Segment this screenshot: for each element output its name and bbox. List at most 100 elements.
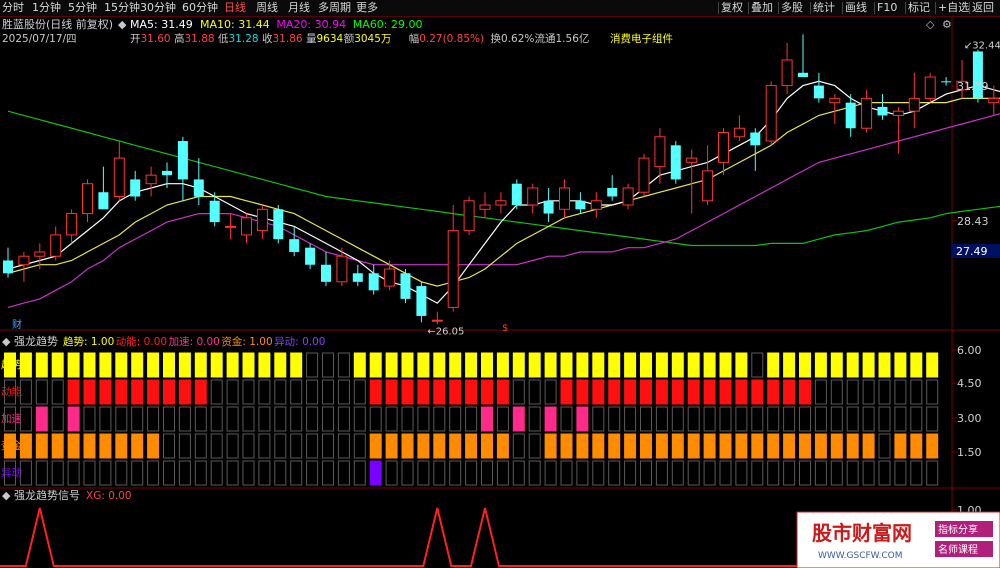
indicator-cell-on (163, 379, 175, 405)
stock-title: 胜蓝股份(日线 前复权) (2, 17, 113, 31)
quote-field: 31.86 (273, 33, 303, 45)
candle-body-up (924, 76, 936, 99)
indicator-value: 异动: 0.00 (274, 336, 325, 348)
indicator-cell-on (512, 352, 525, 378)
price-tick-label: 28.43 (957, 215, 989, 228)
indicator-cell-on (385, 352, 398, 378)
candle-body-down (798, 72, 808, 78)
indicator-cell-on (258, 352, 271, 378)
indicator-cell-off (226, 406, 239, 432)
kline-chart: 胜蓝股份(日线 前复权) ◆ MA5: 31.49 MA10: 31.44 MA20: … (0, 17, 1000, 568)
indicator-cell-off (512, 379, 525, 405)
indicator-cell-on (751, 433, 764, 459)
indicator-cell-off (163, 460, 175, 486)
indicator-cell-off (274, 406, 287, 432)
indicator-cell-on (703, 352, 716, 378)
indicator-cell-on (401, 352, 414, 378)
candle-body-down (273, 209, 284, 240)
indicator-cell-off (322, 460, 334, 486)
indicator-cell-off (433, 460, 446, 486)
indicator-cell-off (290, 379, 303, 405)
indicator-cell-off (322, 352, 334, 378)
indicator-cell-on (496, 379, 509, 405)
indicator-cell-off (67, 460, 80, 486)
candle-body-down (416, 286, 427, 316)
indicator-cell-on (703, 433, 716, 459)
indicator-cell-off (258, 406, 271, 432)
indicator-cell-off (210, 406, 223, 432)
candle-body-up (861, 97, 873, 129)
indicator-cell-off (337, 460, 350, 486)
indicator-cell-on (910, 352, 923, 378)
indicator-value: 加速: 0.00 (169, 336, 220, 348)
indicator-cell-on (433, 433, 446, 459)
candle-body-up (34, 251, 46, 257)
indicator-title: 强龙趋势 (14, 335, 58, 348)
indicator-cell-on (560, 433, 573, 459)
indicator-cell-on (481, 406, 493, 432)
indicator-cell-off (147, 460, 160, 486)
indicator-cell-on (687, 379, 700, 405)
indicator-cell-on (19, 433, 32, 459)
quote-field: 换 (491, 32, 502, 45)
indicator-cell-on (592, 433, 605, 459)
indicator-cell-off (512, 460, 525, 486)
candle-body-up (638, 157, 650, 193)
indicator-cell-on (783, 352, 796, 378)
indicator-cell-off (51, 406, 64, 432)
candle-body-up (686, 157, 698, 163)
indicator-cell-on (226, 352, 239, 378)
indicator-cell-on (671, 352, 684, 378)
indicator-cell-off (147, 406, 160, 432)
indicator-cell-off (290, 406, 303, 432)
indicator-cell-off (703, 460, 716, 486)
indicator-cell-on (465, 379, 478, 405)
indicator-cell-off (624, 460, 637, 486)
indicator-cell-off (290, 460, 303, 486)
indicator-cell-off (433, 406, 446, 432)
indicator-cell-on (496, 352, 509, 378)
candle-body-down (511, 183, 522, 206)
indicator-cell-off (369, 406, 382, 432)
indicator-cell-on (67, 379, 80, 405)
finance-marker[interactable]: 财 (12, 318, 22, 331)
indicator-cell-on (655, 379, 668, 405)
indicator-cell-off (481, 460, 493, 486)
indicator-cell-off (608, 406, 621, 432)
indicator-cell-off (910, 460, 923, 486)
indicator-cell-off (337, 406, 350, 432)
indicator-cell-off (496, 406, 509, 432)
indicator-cell-off (210, 433, 223, 459)
indicator-cell-on (481, 379, 493, 405)
indicator-cell-on (894, 352, 907, 378)
settings-icon[interactable]: ⚙ (942, 18, 952, 31)
indicator-cell-off (767, 406, 780, 432)
indicator-cell-on (640, 379, 652, 405)
indicator-cell-off (242, 433, 255, 459)
indicator-cell-on (433, 352, 446, 378)
indicator-cell-on (687, 433, 700, 459)
indicator-cell-off (910, 379, 923, 405)
indicator-cell-off (751, 460, 764, 486)
indicator-cell-on (560, 352, 573, 378)
quote-field: 低 (218, 32, 229, 45)
indicator-cell-off (544, 460, 557, 486)
candle-body-up (781, 59, 793, 87)
candle-body-up (654, 136, 666, 168)
indicator-cell-off (417, 460, 430, 486)
indicator-tick-label: 4.50 (957, 377, 982, 390)
indicator-cell-off (926, 379, 939, 405)
indicator-cell-off (306, 379, 319, 405)
indicator-cell-off (35, 379, 48, 405)
indicator-tick-label: 1.50 (957, 446, 982, 459)
indicator-cell-on (274, 352, 287, 378)
indicator-cell-on (131, 433, 144, 459)
quote-field: 额 (344, 32, 355, 45)
quote-field: 0.62% (501, 33, 534, 45)
indicator-cell-off (178, 460, 191, 486)
candle-body-down (845, 102, 856, 129)
diamond-icon[interactable]: ◇ (926, 18, 935, 31)
quote-field: 幅 (409, 32, 420, 45)
indicator-value: 动能: 0.00 (116, 335, 167, 348)
indicator-cell-off (608, 460, 621, 486)
